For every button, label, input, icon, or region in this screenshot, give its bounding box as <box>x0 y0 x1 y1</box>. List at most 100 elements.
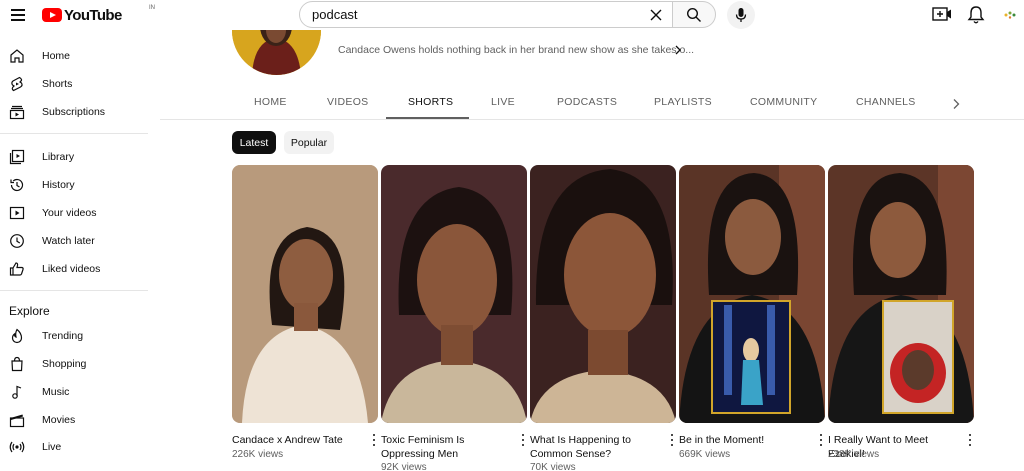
short-thumbnail-image <box>232 165 378 423</box>
short-item[interactable]: I Really Want to Meet Ezekiel! 238K view… <box>828 165 974 471</box>
home-icon <box>10 49 24 63</box>
liked-videos-icon <box>9 262 24 276</box>
sidebar-item-home[interactable]: Home <box>0 43 150 69</box>
create-video-icon[interactable] <box>932 6 952 24</box>
avatar-image <box>1001 6 1019 24</box>
short-title[interactable]: Candace x Andrew Tate <box>232 433 362 447</box>
tab-channels[interactable]: CHANNELS <box>856 96 916 108</box>
guide-sidebar: Home Shorts Subscriptions Library Histor… <box>0 30 150 471</box>
more-options-icon[interactable] <box>369 433 379 447</box>
short-item[interactable]: What Is Happening to Common Sense? 70K v… <box>530 165 676 471</box>
country-code: IN <box>149 5 155 11</box>
more-options-icon[interactable] <box>667 433 677 447</box>
short-title[interactable]: What Is Happening to Common Sense? <box>530 433 660 461</box>
sidebar-item-label: Trending <box>42 330 84 342</box>
microphone-icon <box>735 8 747 22</box>
short-item[interactable]: Be in the Moment! 669K views <box>679 165 825 471</box>
short-view-count: 70K views <box>530 462 576 471</box>
trending-icon <box>11 328 23 344</box>
youtube-channel-page: YouTube IN podcast Home Shorts Subscript… <box>0 0 1024 471</box>
tab-playlists[interactable]: PLAYLISTS <box>654 96 712 108</box>
sidebar-item-liked-videos[interactable]: Liked videos <box>0 256 150 282</box>
music-icon <box>12 385 22 399</box>
account-avatar[interactable] <box>1001 6 1019 24</box>
tab-community[interactable]: COMMUNITY <box>750 96 817 108</box>
watch-later-icon <box>10 234 24 248</box>
active-tab-indicator <box>386 117 469 119</box>
movies-icon <box>9 414 25 428</box>
sidebar-item-watch-later[interactable]: Watch later <box>0 228 150 254</box>
tab-videos[interactable]: VIDEOS <box>327 96 368 108</box>
tab-podcasts[interactable]: PODCASTS <box>557 96 617 108</box>
channel-tabs: HOME VIDEOS SHORTS LIVE PODCASTS PLAYLIS… <box>160 88 1024 120</box>
history-icon <box>10 178 24 192</box>
live-icon <box>9 441 25 453</box>
search-button[interactable] <box>672 1 716 28</box>
short-thumbnail[interactable] <box>679 165 825 423</box>
sidebar-item-movies[interactable]: Movies <box>0 407 150 433</box>
short-title[interactable]: Toxic Feminism Is Oppressing Men <box>381 433 511 461</box>
short-thumbnail-image <box>530 165 676 423</box>
logo-text: YouTube <box>64 6 122 24</box>
more-options-icon[interactable] <box>816 433 826 447</box>
sidebar-divider <box>0 133 148 134</box>
sidebar-item-label: History <box>42 179 75 191</box>
short-item[interactable]: Toxic Feminism Is Oppressing Men 92K vie… <box>381 165 527 471</box>
sidebar-item-your-videos[interactable]: Your videos <box>0 200 150 226</box>
voice-search-button[interactable] <box>727 1 755 29</box>
sidebar-item-history[interactable]: History <box>0 172 150 198</box>
sidebar-item-label: Library <box>42 151 75 163</box>
sidebar-item-label: Shopping <box>42 358 87 370</box>
tabs-scroll-right-icon[interactable] <box>949 97 963 111</box>
your-videos-icon <box>9 206 25 220</box>
sidebar-item-trending[interactable]: Trending <box>0 323 150 349</box>
channel-description[interactable]: Candace Owens holds nothing back in her … <box>338 44 694 56</box>
sidebar-item-shopping[interactable]: Shopping <box>0 351 150 377</box>
short-thumbnail-image <box>381 165 527 423</box>
more-options-icon[interactable] <box>965 433 975 447</box>
tab-home[interactable]: HOME <box>254 96 287 108</box>
short-thumbnail[interactable] <box>530 165 676 423</box>
sidebar-item-music[interactable]: Music <box>0 379 150 405</box>
short-thumbnail-image <box>679 165 825 423</box>
sidebar-divider <box>0 290 148 291</box>
sidebar-item-shorts[interactable]: Shorts <box>0 71 150 97</box>
sidebar-item-library[interactable]: Library <box>0 144 150 170</box>
shorts-icon <box>11 76 23 92</box>
sidebar-item-label: Your videos <box>42 207 97 219</box>
sidebar-item-live[interactable]: Live <box>0 434 150 460</box>
subscriptions-icon <box>9 105 25 120</box>
short-title[interactable]: Be in the Moment! <box>679 433 809 447</box>
short-view-count: 238K views <box>828 449 880 460</box>
sidebar-item-subscriptions[interactable]: Subscriptions <box>0 99 150 125</box>
notifications-bell-icon[interactable] <box>967 5 985 25</box>
short-thumbnail[interactable] <box>232 165 378 423</box>
sidebar-item-label: Home <box>42 50 71 62</box>
search-icon <box>686 7 701 22</box>
sidebar-item-label: Live <box>42 441 62 453</box>
search-input[interactable] <box>312 7 642 22</box>
tab-shorts[interactable]: SHORTS <box>408 96 453 108</box>
explore-heading: Explore <box>9 304 50 318</box>
guide-menu-button[interactable] <box>8 4 30 26</box>
short-item[interactable]: Candace x Andrew Tate 226K views <box>232 165 378 471</box>
short-thumbnail-image <box>828 165 974 423</box>
youtube-logo-icon <box>42 8 62 22</box>
shopping-icon <box>11 356 23 372</box>
chip-latest[interactable]: Latest <box>232 131 276 154</box>
youtube-logo[interactable]: YouTube IN <box>42 5 155 24</box>
chip-popular[interactable]: Popular <box>284 131 334 154</box>
chevron-right-icon[interactable] <box>672 44 684 56</box>
sidebar-item-label: Subscriptions <box>42 106 106 118</box>
tab-live[interactable]: LIVE <box>491 96 515 108</box>
sidebar-item-label: Movies <box>42 414 76 426</box>
more-options-icon[interactable] <box>518 433 528 447</box>
short-thumbnail[interactable] <box>828 165 974 423</box>
clear-search-icon[interactable] <box>648 7 664 23</box>
short-view-count: 226K views <box>232 449 284 460</box>
short-view-count: 92K views <box>381 462 427 471</box>
short-thumbnail[interactable] <box>381 165 527 423</box>
sidebar-item-label: Watch later <box>42 235 95 247</box>
sidebar-item-label: Shorts <box>42 78 73 90</box>
masthead: YouTube IN <box>0 0 1024 30</box>
